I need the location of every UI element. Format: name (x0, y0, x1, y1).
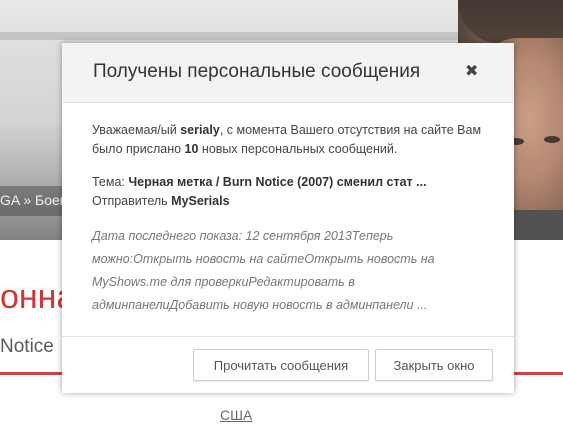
close-window-button[interactable]: Закрыть окно (375, 349, 493, 381)
dialog-header: Получены персональные сообщения ✖ (62, 43, 514, 103)
message-meta: Тема: Черная метка / Burn Notice (2007) … (92, 173, 488, 211)
dialog-body: Уважаемая/ый serialy, с момента Вашего о… (92, 121, 488, 317)
dialog-title: Получены персональные сообщения (93, 61, 421, 82)
subject-label: Тема: (92, 175, 129, 189)
sender-label: Отправитель (92, 194, 172, 208)
read-messages-button[interactable]: Прочитать сообщения (193, 349, 369, 381)
message-count: 10 (184, 142, 199, 156)
intro-text: Уважаемая/ый serialy, с момента Вашего о… (92, 123, 482, 156)
dialog-footer: Прочитать сообщения Закрыть окно (62, 336, 514, 393)
close-icon[interactable]: ✖ (465, 62, 478, 82)
message-sender: MySerials (171, 194, 230, 208)
messages-dialog: Получены персональные сообщения ✖ Уважае… (62, 43, 514, 393)
message-subject: Черная метка / Burn Notice (2007) сменил… (128, 175, 427, 189)
message-preview: Дата последнего показа: 12 сентября 2013… (92, 229, 435, 312)
username: serialy (180, 123, 220, 137)
